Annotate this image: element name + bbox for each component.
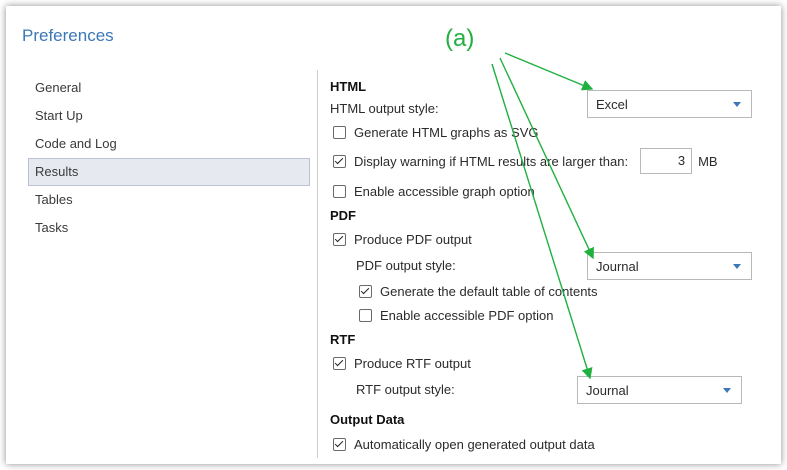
annotation-arrows — [491, 52, 594, 380]
arrow-to-html-style — [504, 52, 594, 91]
arrow-to-pdf-style — [499, 57, 594, 260]
